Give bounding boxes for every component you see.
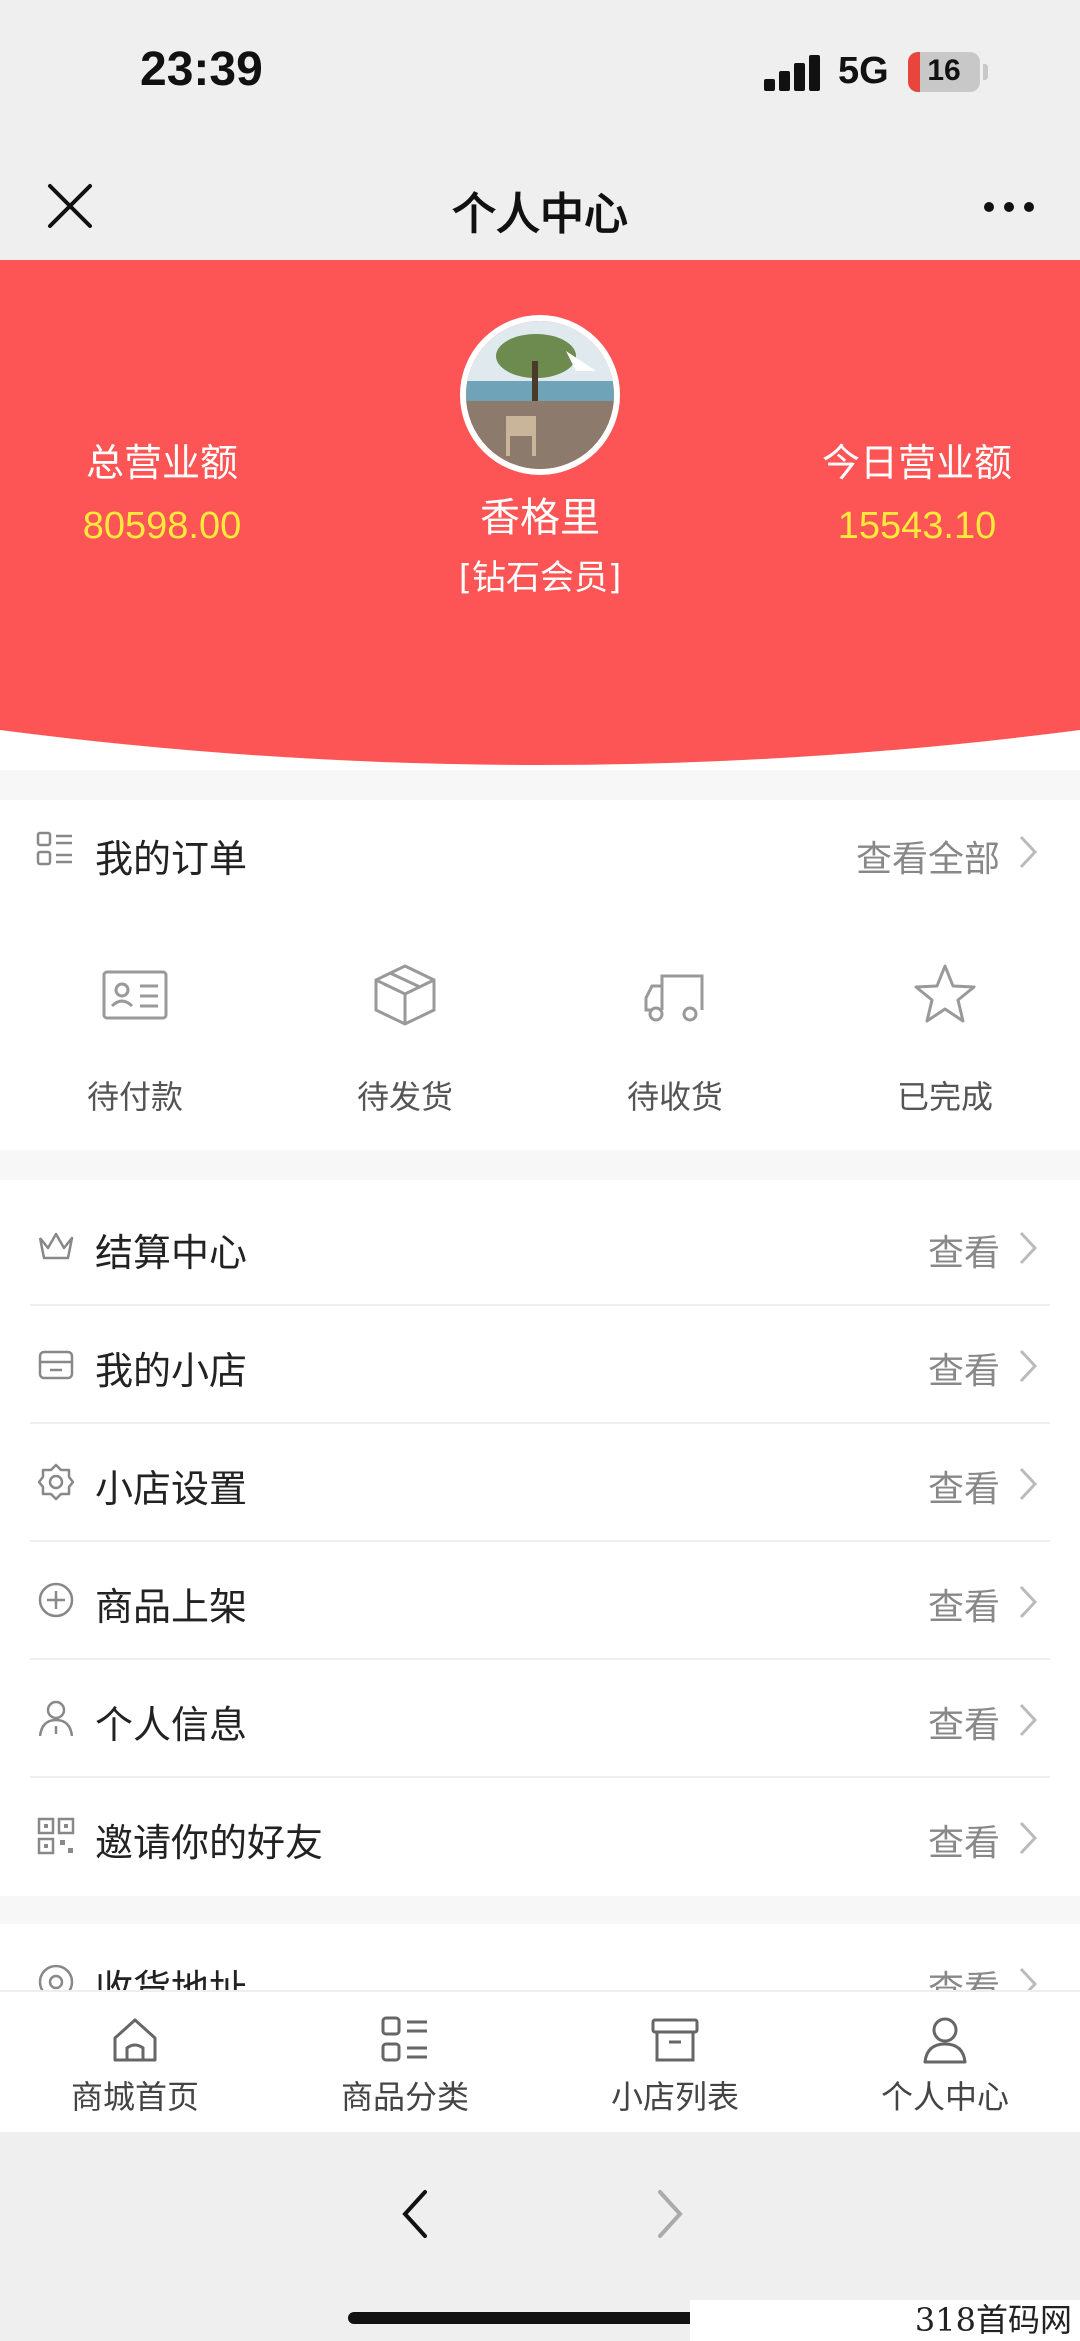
order-status-label: 待收货 [626,1078,723,1116]
username: 香格里 [480,495,600,541]
menu-label: 结算中心 [95,1231,248,1275]
order-status-label: 已完成 [896,1078,993,1116]
menu-row-list-product[interactable]: 商品上架 查看 [0,1542,1080,1660]
section-gap [0,770,1080,800]
order-status-label: 待发货 [356,1078,453,1116]
tab-label: 小店列表 [610,2078,739,2116]
user-icon [38,1700,74,1737]
chevron-right-icon [1019,1467,1038,1501]
list-icon [36,831,72,866]
forward-arrow-icon[interactable] [650,2184,690,2244]
orders-header[interactable]: 我的订单 查看全部 [0,800,1080,900]
total-revenue: 总营业额 80598.00 [12,432,312,548]
box-icon [374,964,436,1026]
menu-link[interactable]: 查看 [928,1578,1000,1630]
total-revenue-value: 80598.00 [82,505,242,547]
orders-title: 我的订单 [95,837,248,881]
browser-toolbar: 318首码网 www.e318.com [0,2132,1080,2341]
order-status-pending-receipt[interactable]: 待收货 [540,910,810,1140]
menu-link[interactable]: 查看 [928,1814,1000,1866]
nav-bar: 个人中心 [0,150,1080,260]
order-status-pending-payment[interactable]: 待付款 [0,910,270,1140]
tab-store-list[interactable]: 小店列表 [540,1992,810,2132]
battery-icon: 16 [908,52,980,92]
chevron-right-icon [1019,1821,1038,1855]
back-arrow-icon[interactable] [395,2184,435,2244]
menu-link[interactable]: 查看 [928,1224,1000,1276]
person-icon [923,2017,967,2064]
menu-label: 商品上架 [95,1585,248,1629]
page-title: 个人中心 [452,189,628,240]
total-revenue-label: 总营业额 [85,441,238,485]
menu-label: 个人信息 [95,1703,248,1747]
home-icon [113,2018,157,2062]
today-revenue-label: 今日营业额 [821,441,1012,485]
section-gap [0,1150,1080,1180]
order-status-completed[interactable]: 已完成 [810,910,1080,1140]
signal-icon [764,55,822,91]
section-gap [0,1896,1080,1924]
archive-icon [651,2018,699,2062]
menu-link[interactable]: 查看 [928,1460,1000,1512]
menu-row-store-settings[interactable]: 小店设置 查看 [0,1424,1080,1542]
crown-icon [38,1232,74,1260]
close-icon[interactable] [44,180,96,232]
star-icon [914,964,976,1023]
tab-label: 商城首页 [70,2078,199,2116]
chevron-right-icon [1019,1585,1038,1619]
bottom-tab-bar: 商城首页 商品分类 小店列表 个人中心 [0,1990,1080,2130]
tab-label: 商品分类 [340,2078,469,2116]
tab-mall-home[interactable]: 商城首页 [0,1992,270,2132]
battery-tip [983,64,988,80]
status-time: 23:39 [140,43,263,96]
order-status-label: 待付款 [86,1078,183,1116]
view-all-orders-link[interactable]: 查看全部 [856,830,1000,882]
chevron-right-icon [1019,1231,1038,1265]
tab-product-category[interactable]: 商品分类 [270,1992,540,2132]
chevron-right-icon [1019,835,1038,869]
more-icon[interactable] [980,196,1040,216]
home-indicator[interactable] [348,2312,732,2324]
chevron-right-icon [1019,1349,1038,1383]
qrcode-icon [37,1817,75,1855]
menu-link[interactable]: 查看 [928,1696,1000,1748]
tab-personal-center[interactable]: 个人中心 [810,1992,1080,2132]
menu-row-personal-info[interactable]: 个人信息 查看 [0,1660,1080,1778]
category-icon [381,2016,427,2062]
avatar[interactable] [460,315,620,475]
menu-label: 我的小店 [95,1349,248,1393]
store-icon [38,1350,74,1380]
order-status-pending-shipment[interactable]: 待发货 [270,910,540,1140]
menu-row-settlement[interactable]: 结算中心 查看 [0,1188,1080,1306]
menu-row-invite-friends[interactable]: 邀请你的好友 查看 [0,1778,1080,1896]
status-bar: 23:39 5G 16 [0,0,1080,150]
chevron-right-icon [1019,1703,1038,1737]
menu-row-my-store[interactable]: 我的小店 查看 [0,1306,1080,1424]
truck-icon [644,974,704,1022]
today-revenue: 今日营业额 15543.10 [767,432,1067,548]
watermark-text: 318首码网 www.e318.com [690,2300,1080,2341]
order-status-grid: 待付款 待发货 待收货 已完成 [0,910,1080,1140]
profile-header: 总营业额 80598.00 香格里 [钻石会员] 今日营业额 15543.10 [0,260,1080,780]
network-type: 5G [838,50,889,92]
member-level-badge: [钻石会员] [458,558,622,598]
battery-level: 16 [927,54,961,87]
plus-circle-icon [38,1582,74,1618]
gear-icon [37,1463,75,1501]
menu-label: 邀请你的好友 [95,1821,324,1865]
card-icon [102,970,168,1020]
tab-label: 个人中心 [880,2078,1009,2116]
menu-link[interactable]: 查看 [928,1342,1000,1394]
today-revenue-value: 15543.10 [837,505,997,547]
menu-label: 小店设置 [95,1467,248,1511]
